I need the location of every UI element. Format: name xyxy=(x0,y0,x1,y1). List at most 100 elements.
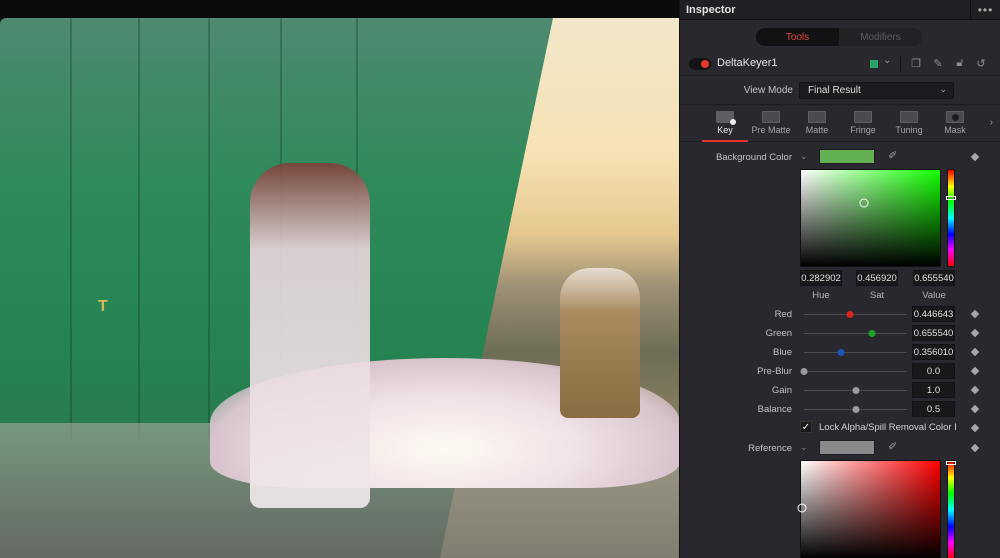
keyframe-icon[interactable] xyxy=(970,152,980,162)
tab-label: Matte xyxy=(805,125,829,135)
background-color-swatch[interactable] xyxy=(819,149,875,164)
keyframe-icon[interactable] xyxy=(970,404,980,414)
slider-label: Red xyxy=(774,309,792,320)
tab-modifiers[interactable]: Modifiers xyxy=(839,28,922,46)
node-name: DeltaKeyer1 xyxy=(717,57,778,69)
slider-knob[interactable] xyxy=(852,387,859,394)
slider-value-field[interactable]: 0.5 xyxy=(912,401,955,417)
slider-row-gain: Gain 1.0 xyxy=(680,382,1000,400)
eyedropper-icon[interactable]: ✐ xyxy=(888,149,897,162)
value-field[interactable]: 0.655540 xyxy=(913,270,955,286)
reference-saturation-value-picker[interactable] xyxy=(797,460,941,558)
viewer[interactable]: T xyxy=(0,18,679,558)
chevron-down-icon[interactable]: ⌄ xyxy=(883,55,891,66)
versions-icon[interactable]: ❐ xyxy=(909,56,923,70)
hue-handle[interactable] xyxy=(946,461,956,465)
color-picker-cursor[interactable] xyxy=(797,503,807,513)
slider-label: Green xyxy=(765,328,792,339)
saturation-label: Sat xyxy=(869,290,885,301)
chevron-down-icon[interactable]: ⌄ xyxy=(800,151,808,162)
tab-label: Pre Matte xyxy=(751,125,791,135)
background-color-label: Background Color xyxy=(715,152,792,163)
keyframe-icon[interactable] xyxy=(970,443,980,453)
keyframe-icon[interactable] xyxy=(970,347,980,357)
slider-knob[interactable] xyxy=(800,368,808,375)
eyedropper-icon[interactable]: ✐ xyxy=(888,440,897,453)
inspector-title: Inspector xyxy=(686,3,736,16)
tracking-marker: T xyxy=(98,298,108,315)
view-mode-row: View Mode Final Result ⌄ xyxy=(680,82,1000,100)
keyframe-icon[interactable] xyxy=(970,385,980,395)
fringe-icon xyxy=(854,111,872,123)
inspector-header: Inspector xyxy=(680,0,1000,20)
saturation-field[interactable]: 0.456920 xyxy=(856,270,898,286)
pin-icon[interactable]: ✎ xyxy=(931,56,945,70)
screen-fold xyxy=(208,18,210,440)
keyframe-icon[interactable] xyxy=(970,309,980,319)
divider xyxy=(900,56,901,72)
lock-alpha-row: ✓ Lock Alpha/Spill Removal Color I xyxy=(680,420,1000,438)
node-enable-toggle[interactable] xyxy=(689,58,711,70)
hue-bar[interactable] xyxy=(946,169,956,267)
slider-label: Pre-Blur xyxy=(757,366,792,377)
tab-key[interactable]: Key xyxy=(702,108,748,142)
inspector-panel: Inspector ••• Tools Modifiers DeltaKeyer… xyxy=(679,0,1000,558)
tab-tools[interactable]: Tools xyxy=(756,28,839,46)
color-picker-cursor[interactable] xyxy=(859,198,869,208)
slider-row-balance: Balance 0.5 xyxy=(680,401,1000,419)
slider-track[interactable] xyxy=(804,352,907,353)
view-mode-label: View Mode xyxy=(743,85,793,96)
reset-icon[interactable]: ↺ xyxy=(974,56,988,70)
chevron-right-icon[interactable]: › xyxy=(990,117,993,128)
slider-track[interactable] xyxy=(804,314,907,315)
hue-handle[interactable] xyxy=(946,196,956,200)
tab-tuning[interactable]: Tuning xyxy=(886,108,932,142)
tab-matte[interactable]: Matte xyxy=(794,108,840,142)
tab-fringe[interactable]: Fringe xyxy=(840,108,886,142)
keyframe-icon[interactable] xyxy=(970,328,980,338)
active-tab-indicator xyxy=(702,140,748,142)
chevron-down-icon[interactable]: ⌄ xyxy=(800,442,808,453)
slider-label: Balance xyxy=(757,404,792,415)
reference-label: Reference xyxy=(748,443,792,454)
slider-knob[interactable] xyxy=(868,330,876,337)
keyframe-icon[interactable] xyxy=(970,423,980,433)
slider-row-blue: Blue 0.356010 xyxy=(680,344,1000,362)
hue-label: Hue xyxy=(812,290,830,301)
tab-label: Fringe xyxy=(850,125,876,135)
hue-field[interactable]: 0.282902 xyxy=(800,270,842,286)
tab-label: Tuning xyxy=(895,125,923,135)
color-tag-swatch[interactable] xyxy=(870,60,878,68)
lock-alpha-checkbox[interactable]: ✓ xyxy=(800,421,812,433)
slider-knob[interactable] xyxy=(846,311,854,318)
slider-track[interactable] xyxy=(804,371,907,372)
background-color-row: Background Color ⌄ ✐ xyxy=(680,149,1000,167)
saturation-value-picker[interactable] xyxy=(800,169,941,267)
slider-row-pre-blur: Pre-Blur 0.0 xyxy=(680,363,1000,381)
matte-icon xyxy=(808,111,826,123)
keyframe-icon[interactable] xyxy=(970,366,980,376)
actor-figure xyxy=(250,163,370,508)
slider-knob[interactable] xyxy=(837,349,845,356)
keyer-tabs: Key Pre Matte Matte Fringe Tuning Mask › xyxy=(680,104,1000,142)
slider-knob[interactable] xyxy=(852,406,859,413)
slider-row-red: Red 0.446643 xyxy=(680,306,1000,324)
reference-color-swatch[interactable] xyxy=(819,440,875,455)
reference-row: Reference ⌄ ✐ xyxy=(680,440,1000,458)
slider-value-field[interactable]: 0.0 xyxy=(912,363,955,379)
slider-value-field[interactable]: 0.356010 xyxy=(912,344,955,360)
ellipsis-icon[interactable]: ••• xyxy=(970,0,1000,20)
lock-icon[interactable]: 🔓︎ xyxy=(953,56,967,70)
slider-row-green: Green 0.655540 xyxy=(680,325,1000,343)
slider-value-field[interactable]: 0.446643 xyxy=(912,306,955,322)
tab-pre-matte[interactable]: Pre Matte xyxy=(748,108,794,142)
slider-label: Gain xyxy=(771,385,792,396)
reference-hue-bar[interactable] xyxy=(946,460,956,558)
tuning-icon xyxy=(900,111,918,123)
slider-value-field[interactable]: 0.655540 xyxy=(912,325,955,341)
slider-label: Blue xyxy=(772,347,792,358)
slider-value-field[interactable]: 1.0 xyxy=(912,382,955,398)
slider-track[interactable] xyxy=(804,333,907,334)
view-mode-select[interactable]: Final Result ⌄ xyxy=(799,82,954,99)
tab-mask[interactable]: Mask xyxy=(932,108,978,142)
